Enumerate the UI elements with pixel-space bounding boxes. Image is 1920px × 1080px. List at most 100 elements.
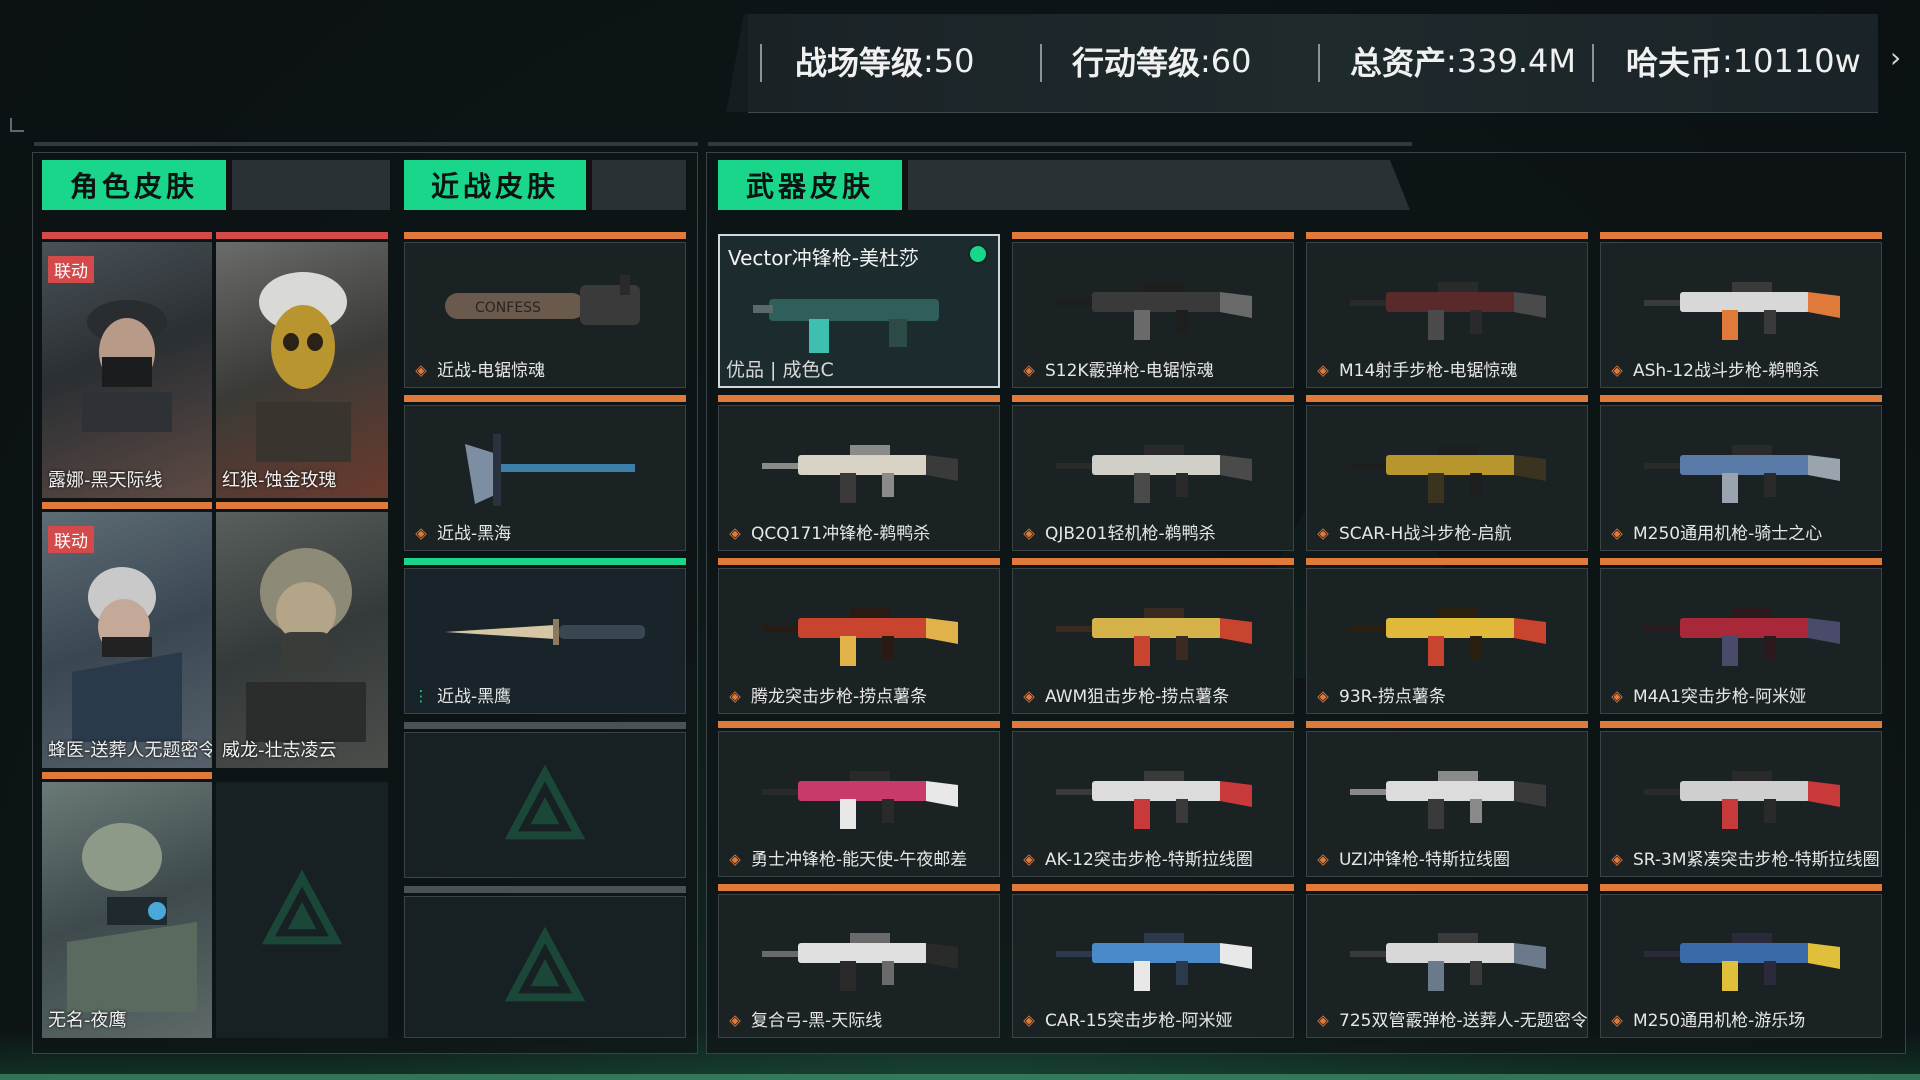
equipped-indicator-icon <box>968 244 988 264</box>
divider <box>708 142 1412 146</box>
diamond-icon: ◈ <box>415 361 427 379</box>
character-card[interactable]: 无名-夜鹰 <box>42 782 212 1038</box>
weapon-icon <box>1644 771 1840 830</box>
stat-label: 哈夫币 <box>1626 44 1723 82</box>
weapon-icon <box>1350 282 1546 341</box>
chevron-right-icon[interactable]: › <box>1890 44 1906 72</box>
weapon-card[interactable]: ◈ 复合弓-黑-天际线 <box>718 894 1000 1038</box>
diamond-icon: ◈ <box>729 687 741 705</box>
weapon-label: SCAR-H战斗步枪-启航 <box>1339 524 1512 544</box>
weapon-card[interactable]: ◈ CAR-15突击步枪-阿米娅 <box>1012 894 1294 1038</box>
stat-label: 行动等级 <box>1072 44 1201 82</box>
weapon-card[interactable]: ◈ AK-12突击步枪-特斯拉线圈 <box>1012 731 1294 877</box>
selected-weapon-name: Vector冲锋枪-美杜莎 <box>728 246 919 270</box>
weapon-icon <box>1644 445 1840 504</box>
rarity-strip <box>42 502 212 509</box>
rarity-strip <box>404 886 686 893</box>
rarity-strip <box>42 232 212 239</box>
weapon-card[interactable]: ◈ 93R-捞点薯条 <box>1306 568 1588 714</box>
empty-melee-slot <box>404 896 686 1038</box>
weapon-card[interactable]: ◈ QJB201轻机枪-鹈鸭杀 <box>1012 405 1294 551</box>
weapon-label: 93R-捞点薯条 <box>1339 687 1446 707</box>
weapon-card[interactable]: ◈ QCQ171冲锋枪-鹈鸭杀 <box>718 405 1000 551</box>
diamond-icon: ◈ <box>1023 1011 1035 1029</box>
rarity-strip <box>1600 721 1882 728</box>
placeholder-logo-icon <box>262 870 342 945</box>
character-label: 露娜-黑天际线 <box>48 470 163 491</box>
weapon-card[interactable]: ◈ 725双管霰弹枪-送葬人-无题密令 <box>1306 894 1588 1038</box>
weapon-label: UZI冲锋枪-特斯拉线圈 <box>1339 850 1510 870</box>
chevron-icon: ⋮ <box>413 687 429 705</box>
smg-icon <box>753 299 939 353</box>
rarity-strip <box>1306 721 1588 728</box>
weapon-icon <box>762 445 958 504</box>
weapon-card[interactable]: ◈ M4A1突击步枪-阿米娅 <box>1600 568 1882 714</box>
weapon-card[interactable]: ◈ 腾龙突击步枪-捞点薯条 <box>718 568 1000 714</box>
rarity-strip <box>1306 395 1588 402</box>
tab-character-skins[interactable]: 角色皮肤 <box>42 160 390 210</box>
melee-card[interactable]: ◈ 近战-黑海 <box>404 405 686 551</box>
character-card[interactable]: 威龙-壮志凌云 <box>216 512 388 768</box>
weapon-card[interactable]: ◈ 勇士冲锋枪-能天使-午夜邮差 <box>718 731 1000 877</box>
rarity-strip <box>42 772 212 779</box>
weapon-card[interactable]: ◈ S12K霰弹枪-电锯惊魂 <box>1012 242 1294 388</box>
tab-label: 近战皮肤 <box>404 160 586 210</box>
melee-label: 近战-黑鹰 <box>437 687 512 707</box>
weapon-card[interactable]: ◈ UZI冲锋枪-特斯拉线圈 <box>1306 731 1588 877</box>
character-label: 蜂医-送葬人无题密令 <box>48 740 212 761</box>
rarity-strip <box>1306 558 1588 565</box>
rarity-strip <box>1600 558 1882 565</box>
diamond-icon: ◈ <box>1023 524 1035 542</box>
rarity-strip <box>1306 884 1588 891</box>
weapon-icon <box>762 771 958 830</box>
rarity-strip <box>1600 395 1882 402</box>
character-portrait-icon <box>72 567 182 742</box>
weapon-label: QJB201轻机枪-鹈鸭杀 <box>1045 524 1216 544</box>
character-card[interactable]: 联动 蜂医-送葬人无题密令 <box>42 512 212 768</box>
tab-weapon-skins[interactable]: 武器皮肤 <box>718 160 1410 210</box>
selected-weapon-card[interactable]: Vector冲锋枪-美杜莎 优品 | 成色C <box>718 234 1000 388</box>
weapon-label: 复合弓-黑-天际线 <box>751 1011 883 1031</box>
weapon-card[interactable]: ◈ SCAR-H战斗步枪-启航 <box>1306 405 1588 551</box>
weapon-icon <box>1644 933 1840 992</box>
rarity-strip <box>404 395 686 402</box>
character-card[interactable]: 红狼-蚀金玫瑰 <box>216 242 388 498</box>
weapon-card[interactable]: ◈ M14射手步枪-电锯惊魂 <box>1306 242 1588 388</box>
weapon-card[interactable]: ◈ M250通用机枪-骑士之心 <box>1600 405 1882 551</box>
melee-label: 近战-电锯惊魂 <box>437 361 546 381</box>
weapon-label: M4A1突击步枪-阿米娅 <box>1633 687 1807 707</box>
weapon-label: SR-3M紧凑突击步枪-特斯拉线圈 <box>1633 850 1880 870</box>
weapon-icon <box>1056 445 1252 504</box>
diamond-icon: ◈ <box>1023 687 1035 705</box>
character-card[interactable]: 联动 露娜-黑天际线 <box>42 242 212 498</box>
rarity-strip <box>718 558 1000 565</box>
weapon-card[interactable]: ◈ ASh-12战斗步枪-鹈鸭杀 <box>1600 242 1882 388</box>
rarity-strip <box>1306 232 1588 239</box>
melee-card[interactable]: CONFESS ◈ 近战-电锯惊魂 <box>404 242 686 388</box>
stat-separator <box>1592 44 1594 82</box>
stat-value: :60 <box>1200 42 1252 80</box>
weapon-card[interactable]: ◈ AWM狙击步枪-捞点薯条 <box>1012 568 1294 714</box>
weapon-card[interactable]: ◈ SR-3M紧凑突击步枪-特斯拉线圈 <box>1600 731 1882 877</box>
chainsaw-icon: CONFESS <box>445 275 640 326</box>
rarity-strip <box>1012 232 1294 239</box>
weapon-icon <box>1056 608 1252 667</box>
stat-battlefield-level: 战场等级:50 <box>795 38 975 84</box>
diamond-icon: ◈ <box>1317 1011 1329 1029</box>
tab-melee-skins[interactable]: 近战皮肤 <box>404 160 686 210</box>
weapon-label: AK-12突击步枪-特斯拉线圈 <box>1045 850 1253 870</box>
weapon-icon <box>1056 771 1252 830</box>
rarity-strip <box>1012 721 1294 728</box>
tab-bar <box>592 160 686 210</box>
collab-badge: 联动 <box>48 526 94 553</box>
diamond-icon: ◈ <box>415 524 427 542</box>
placeholder-logo-icon <box>505 765 585 840</box>
knife-icon <box>445 619 645 646</box>
stat-separator <box>1040 44 1042 82</box>
rarity-strip <box>404 232 686 239</box>
weapon-icon <box>1350 608 1546 667</box>
weapon-card[interactable]: ◈ M250通用机枪-游乐场 <box>1600 894 1882 1038</box>
diamond-icon: ◈ <box>729 524 741 542</box>
melee-card[interactable]: ⋮ 近战-黑鹰 <box>404 568 686 714</box>
weapon-label: 勇士冲锋枪-能天使-午夜邮差 <box>751 850 968 870</box>
